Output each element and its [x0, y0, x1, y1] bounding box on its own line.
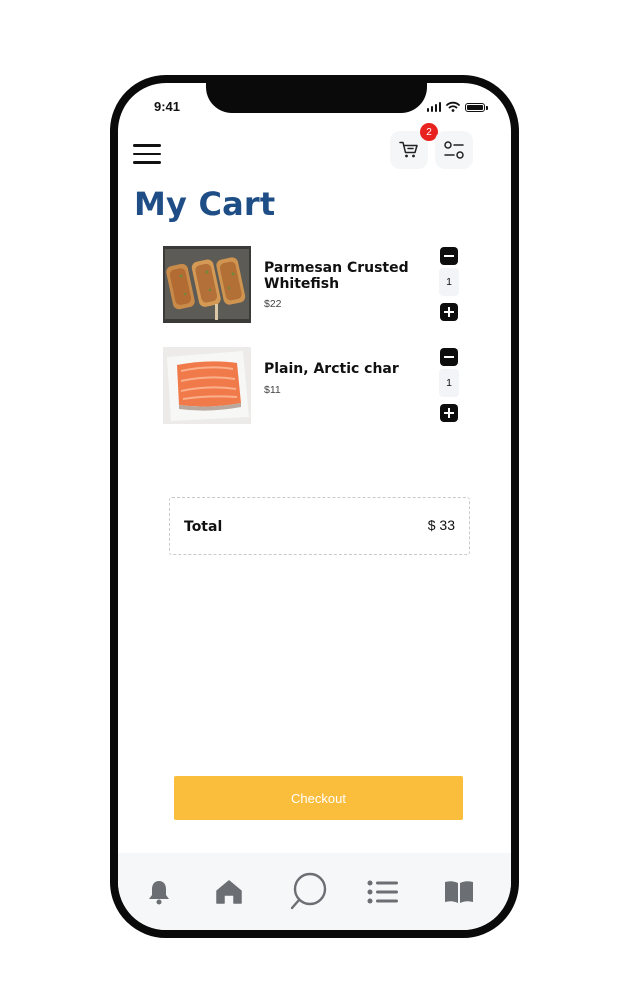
tab-list[interactable] — [362, 871, 404, 913]
decrease-quantity-button[interactable] — [440, 247, 458, 265]
status-time: 9:41 — [154, 99, 181, 114]
decrease-quantity-button[interactable] — [440, 348, 458, 366]
hamburger-menu-icon[interactable] — [133, 143, 161, 165]
item-price: $22 — [264, 298, 282, 310]
battery-icon — [465, 103, 488, 112]
minus-icon — [444, 255, 454, 257]
minus-icon — [444, 356, 454, 358]
quantity-value: 1 — [439, 268, 459, 296]
item-name: Parmesan Crusted Whitefish — [264, 260, 409, 292]
tab-chat[interactable] — [282, 865, 334, 917]
item-image — [163, 246, 251, 323]
tab-notifications[interactable] — [138, 871, 180, 913]
item-name: Plain, Arctic char — [264, 361, 399, 377]
wifi-icon — [446, 101, 460, 112]
bell-icon — [149, 881, 169, 905]
chat-bubble-icon — [290, 872, 327, 910]
bottom-tab-bar — [118, 853, 511, 930]
status-icons — [426, 101, 488, 112]
checkout-button[interactable]: Checkout — [174, 776, 463, 820]
signal-icon — [426, 102, 441, 112]
filter-button[interactable] — [435, 131, 473, 169]
page-title: My Cart — [134, 185, 276, 223]
total-value: $ 33 — [427, 517, 455, 533]
increase-quantity-button[interactable] — [440, 404, 458, 422]
shopping-cart-icon — [399, 141, 418, 158]
home-icon — [216, 880, 242, 904]
quantity-stepper: 1 — [438, 246, 460, 324]
total-summary: Total $ 33 — [169, 497, 470, 555]
cart-item: Plain, Arctic char $11 1 — [163, 347, 463, 425]
increase-quantity-button[interactable] — [440, 303, 458, 321]
total-label: Total — [184, 519, 223, 535]
list-icon — [367, 880, 398, 904]
phone-frame: 9:41 2 My Cart Parmesan Crusted Whitefis… — [110, 75, 519, 938]
quantity-value: 1 — [439, 369, 459, 397]
sliders-icon — [444, 141, 464, 159]
quantity-stepper: 1 — [438, 347, 460, 425]
phone-notch — [206, 83, 427, 113]
item-image — [163, 347, 251, 424]
tab-library[interactable] — [438, 871, 480, 913]
item-price: $11 — [264, 384, 281, 396]
book-icon — [445, 881, 473, 903]
tab-home[interactable] — [208, 871, 250, 913]
cart-item: Parmesan Crusted Whitefish $22 1 — [163, 246, 463, 324]
